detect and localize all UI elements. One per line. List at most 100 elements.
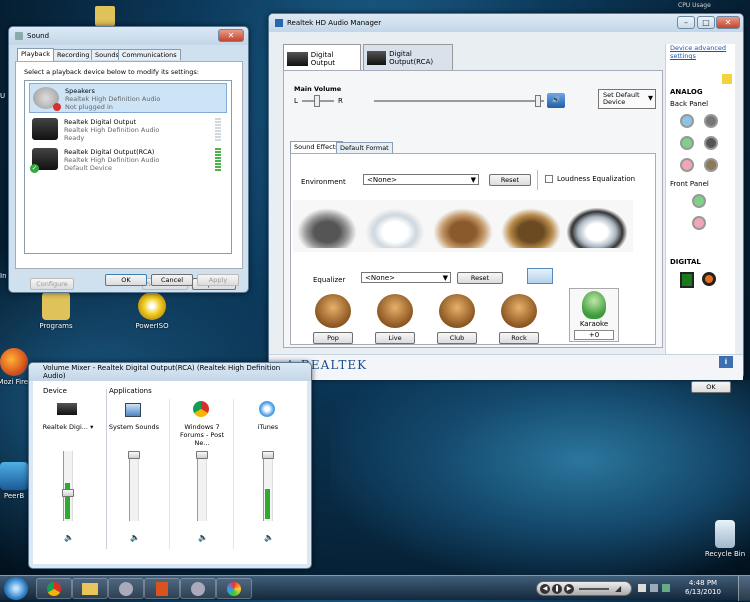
- front-jack-green-icon[interactable]: [692, 194, 706, 208]
- device-speakers[interactable]: Speakers Realtek High Definition Audio N…: [29, 83, 227, 113]
- taskbar-chrome[interactable]: [36, 578, 72, 599]
- balance-thumb[interactable]: [314, 95, 320, 107]
- digital-coax-icon[interactable]: [680, 272, 694, 288]
- cancel-button[interactable]: Cancel: [151, 274, 193, 286]
- taskbar-explorer[interactable]: [72, 578, 108, 599]
- volume-slider[interactable]: [196, 451, 208, 521]
- info-button[interactable]: i: [719, 356, 733, 368]
- env-stone-icon[interactable]: [297, 208, 357, 248]
- env-opera-house-icon[interactable]: [567, 208, 627, 248]
- equalizer-select[interactable]: <None> ▼: [361, 272, 451, 283]
- mute-speaker-icon[interactable]: 🔈: [64, 533, 74, 542]
- environment-select[interactable]: <None> ▼: [363, 174, 479, 185]
- taskbar-volume-mixer[interactable]: [180, 578, 216, 599]
- tab-communications[interactable]: Communications: [118, 49, 181, 60]
- next-icon[interactable]: ▶: [564, 584, 574, 594]
- jack-blue-icon[interactable]: [680, 114, 694, 128]
- show-desktop-button[interactable]: [738, 576, 750, 601]
- channel-name[interactable]: Realtek Digi... ▾: [33, 423, 103, 431]
- karaoke-stepper[interactable]: +0: [574, 330, 614, 340]
- device-realtek-digital-output[interactable]: Realtek Digital Output Realtek High Defi…: [29, 115, 227, 145]
- volume-icon[interactable]: ◢: [615, 584, 625, 594]
- loudness-checkbox[interactable]: [545, 175, 553, 183]
- device-list[interactable]: Speakers Realtek High Definition Audio N…: [24, 80, 232, 254]
- main-volume-slider[interactable]: [374, 95, 544, 107]
- tab-default-format[interactable]: Default Format: [336, 142, 393, 153]
- folder-icon[interactable]: [722, 74, 732, 84]
- volume-thumb[interactable]: [128, 451, 140, 459]
- tab-digital-output-rca[interactable]: Digital Output(RCA): [363, 44, 453, 70]
- graphic-eq-button[interactable]: [527, 268, 553, 284]
- eq-live-button[interactable]: Live: [375, 332, 415, 344]
- apply-button[interactable]: Apply: [197, 274, 239, 286]
- volume-mixer-titlebar[interactable]: Volume Mixer - Realtek Digital Output(RC…: [29, 363, 311, 381]
- tray-network-icon[interactable]: [638, 584, 646, 592]
- jack-pink-icon[interactable]: [680, 158, 694, 172]
- volume-slider[interactable]: [62, 451, 74, 521]
- front-jack-pink-icon[interactable]: [692, 216, 706, 230]
- configure-button[interactable]: Configure: [30, 278, 74, 290]
- mute-speaker-icon[interactable]: 🔈: [198, 533, 208, 542]
- tab-playback[interactable]: Playback: [17, 48, 55, 61]
- tab-digital-output[interactable]: Digital Output: [283, 44, 361, 72]
- balance-slider[interactable]: [302, 95, 334, 107]
- env-colosseum-icon[interactable]: [433, 208, 493, 248]
- tab-recording[interactable]: Recording: [53, 49, 94, 60]
- maximize-button[interactable]: □: [697, 16, 715, 29]
- main-volume-thumb[interactable]: [535, 95, 541, 107]
- applications-header: Applications: [109, 387, 152, 395]
- pause-icon[interactable]: ❚: [552, 584, 562, 594]
- jack-orange-icon[interactable]: [704, 158, 718, 172]
- mute-speaker-icon[interactable]: 🔈: [264, 533, 274, 542]
- close-button[interactable]: ✕: [716, 16, 740, 29]
- taskbar-sound[interactable]: [108, 578, 144, 599]
- close-button[interactable]: ✕: [218, 29, 244, 42]
- jack-gray-icon[interactable]: [704, 114, 718, 128]
- set-default-device-dropdown[interactable]: Set Default Device ▼: [598, 89, 656, 109]
- start-button[interactable]: [4, 577, 28, 600]
- minimize-button[interactable]: –: [677, 16, 695, 29]
- ok-button[interactable]: OK: [105, 274, 147, 286]
- volume-thumb[interactable]: [62, 489, 74, 497]
- clock[interactable]: 4:48 PM 6/13/2010: [680, 579, 726, 597]
- env-bathroom-icon[interactable]: [365, 208, 425, 248]
- environment-reset-button[interactable]: Reset: [489, 174, 531, 186]
- previous-icon[interactable]: ◀: [540, 584, 550, 594]
- eq-club-button[interactable]: Club: [437, 332, 477, 344]
- equalizer-reset-button[interactable]: Reset: [457, 272, 503, 284]
- env-sewer-icon[interactable]: [501, 208, 561, 248]
- volume-thumb[interactable]: [262, 451, 274, 459]
- sound-dialog-titlebar[interactable]: Sound: [9, 27, 248, 45]
- eq-pop-button[interactable]: Pop: [313, 332, 353, 344]
- tray-app-icon[interactable]: [662, 584, 670, 592]
- desktop-icon-label: PeerB: [3, 492, 25, 500]
- realtek-body: Digital Output Digital Output(RCA) Main …: [269, 32, 743, 393]
- window-title: Sound: [27, 32, 50, 40]
- tab-label: Communications: [122, 51, 177, 59]
- desktop-icon-recycle-bin[interactable]: Recycle Bin: [700, 520, 750, 558]
- volume-slider[interactable]: [262, 451, 274, 521]
- media-toolbar: ◀ ❚ ▶ ◢: [536, 581, 632, 596]
- taskbar-realtek[interactable]: [144, 578, 180, 599]
- volume-thumb[interactable]: [196, 451, 208, 459]
- taskbar-paint[interactable]: [216, 578, 252, 599]
- tray-volume-icon[interactable]: [650, 584, 658, 592]
- analog-heading: ANALOG: [670, 88, 703, 96]
- realtek-titlebar[interactable]: Realtek HD Audio Manager: [269, 14, 743, 32]
- desktop-icon-programs[interactable]: Programs: [28, 292, 84, 330]
- jack-green-icon[interactable]: [680, 136, 694, 150]
- eq-rock-button[interactable]: Rock: [499, 332, 539, 344]
- back-panel-label: Back Panel: [670, 100, 709, 108]
- desktop-icon-poweriso[interactable]: PowerISO: [124, 292, 180, 330]
- mute-button[interactable]: 🔊: [547, 93, 565, 108]
- realtek-app-icon: [156, 582, 168, 596]
- mute-speaker-icon[interactable]: 🔈: [130, 533, 140, 542]
- device-advanced-settings-link[interactable]: Device advanced settings: [670, 44, 734, 60]
- desktop-folder-icon[interactable]: [95, 6, 115, 26]
- digital-optical-icon[interactable]: [702, 272, 716, 286]
- media-seek-bar[interactable]: [579, 588, 609, 590]
- jack-black-icon[interactable]: [704, 136, 718, 150]
- device-realtek-digital-output-rca[interactable]: ✓ Realtek Digital Output(RCA) Realtek Hi…: [29, 145, 227, 175]
- realtek-ok-button[interactable]: OK: [691, 381, 731, 393]
- volume-slider[interactable]: [128, 451, 140, 521]
